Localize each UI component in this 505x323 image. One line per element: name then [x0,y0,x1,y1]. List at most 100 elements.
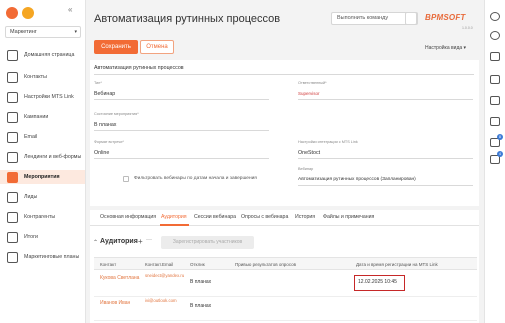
sidebar-item-label: Домашняя страница [24,52,75,58]
col-poll-preview[interactable]: Привью результатов опросов [235,262,296,267]
owner-label: Ответственный* [298,81,327,85]
contacts-icon [7,71,18,83]
sidebar-item[interactable]: Контакты [0,71,85,83]
sidebar-item[interactable]: Итоги [0,231,85,243]
dashboard-icon [7,231,18,243]
format-label: Формат встречи* [94,140,124,144]
email-icon [7,131,18,143]
sidebar-item-label: Мероприятия [24,174,60,180]
command-input[interactable]: Выполнить команду [331,12,418,25]
divider [94,74,474,75]
gear-icon[interactable] [490,31,500,40]
event-name-field[interactable]: Автоматизация рутинных процессов [94,65,184,71]
tab-audience[interactable]: Аудитория [161,214,187,220]
filter-checkbox[interactable] [123,176,129,182]
command-go-icon[interactable] [405,12,417,25]
settings-icon [7,91,18,103]
tab-history[interactable]: История [295,214,315,220]
row-response: В планах [190,303,212,309]
plans-icon [7,251,18,263]
webinar-field[interactable]: Автоматизация рутинных процессов (Заплан… [298,177,416,182]
col-contact[interactable]: Контакт [100,262,116,267]
workspace-select[interactable]: Маркетинг ▾ [5,26,81,38]
add-icon[interactable] [22,7,34,19]
row-registration-date: 12.02.2025 10:45 [358,279,397,285]
menu-toggle-icon[interactable] [6,7,18,19]
collapse-chevron-icon[interactable]: « [68,5,72,14]
add-audience-button[interactable]: + [138,237,143,246]
chat-icon[interactable] [490,96,500,105]
notification-count-badge: 8 [497,134,503,140]
audience-title: Аудитория [100,238,138,245]
sidebar-item-label: Контакты [24,74,47,80]
sidebar-item[interactable]: Домашняя страница [0,48,85,62]
page-title: Автоматизация рутинных процессов [94,13,281,25]
col-email[interactable]: Контакт.Email [145,262,173,267]
divider [298,99,473,100]
command-input-placeholder: Выполнить команду [337,15,389,21]
tab-webinar-polls[interactable]: Опросы с вебинара [241,214,288,220]
right-rail: 8 4 [484,0,505,323]
view-settings-button[interactable]: Настройка вида ▾ [425,45,466,51]
audience-detail: ⌃ Аудитория + ··· Зарегистрировать участ… [90,226,479,323]
event-form: Автоматизация рутинных процессов Тип* Ве… [90,60,479,206]
sidebar-item[interactable]: Лиды [0,191,85,203]
campaign-icon [7,111,18,123]
leads-icon [7,191,18,203]
state-label: Состояние мероприятия* [94,112,139,116]
left-sidebar: « Маркетинг ▾ Домашняя страница Контакты Н… [0,0,86,323]
sidebar-item-label: Контрагенты [24,214,56,220]
more-menu-button[interactable]: ··· [146,237,152,243]
sidebar-item[interactable]: Кампании [0,111,85,123]
col-response[interactable]: Отклик [190,262,205,267]
type-field[interactable]: Вебинар [94,91,115,97]
feed-icon[interactable] [490,117,500,126]
state-field[interactable]: В планах [94,122,116,128]
sidebar-item-label: Кампании [24,114,49,120]
divider [94,130,269,131]
row-response: В планах [190,279,212,285]
row-contact-link[interactable]: Кукова Светлана [100,275,140,282]
tab-bar: Основная информация Аудитория Сессии веб… [90,210,479,226]
register-participants-button[interactable]: Зарегистрировать участников [161,236,254,249]
tab-files-notes[interactable]: Файлы и примечания [323,214,374,220]
divider [298,158,473,159]
tasks-count-badge: 4 [497,151,503,157]
save-button[interactable]: Сохранить [94,40,138,54]
chevron-down-icon: ▾ [74,29,77,35]
home-icon [7,49,18,61]
divider [94,99,269,100]
col-registration-date[interactable]: Дата и время регистрации на MTS Link [356,262,438,267]
cancel-button[interactable]: Отмена [140,40,174,54]
mail-icon[interactable] [490,75,500,84]
sidebar-item[interactable]: Мероприятия [0,170,85,184]
tab-main-info[interactable]: Основная информация [100,214,156,220]
sidebar-item[interactable]: Лендинги и веб-формы [0,150,85,164]
row-email-link[interactable]: ivi@outlook.com [145,298,185,304]
sidebar-item-label: Лиды [24,194,38,200]
event-icon [7,171,18,183]
divider [298,185,473,186]
sidebar-item-label: Настройки MTS Link [24,94,74,100]
sidebar-item[interactable]: Email [0,131,85,143]
version-label: 1.0.0.0 [462,26,473,30]
integration-field[interactable]: OneStoct [298,150,320,156]
workspace-select-value: Маркетинг [10,29,37,35]
logo: BPMSOFT [425,13,466,22]
info-icon[interactable] [490,52,500,61]
profile-icon[interactable] [490,12,500,21]
accounts-icon [7,211,18,223]
sidebar-item[interactable]: Маркетинговые планы [0,250,85,264]
type-label: Тип* [94,81,102,85]
landing-icon [7,151,18,163]
sidebar-item-label: Маркетинговые планы [24,254,80,260]
filter-label: Фильтровать вебинары по датам начала и з… [134,176,257,181]
sidebar-item[interactable]: Настройки MTS Link [0,90,85,104]
tab-webinar-sessions[interactable]: Сессии вебинара [194,214,236,220]
collapse-chevron-icon[interactable]: ⌃ [93,239,98,246]
sidebar-item[interactable]: Контрагенты [0,211,85,223]
owner-field[interactable]: Supervisor [298,91,320,96]
row-contact-link[interactable]: Иванов Иван [100,300,130,307]
format-field[interactable]: Online [94,150,109,156]
row-email-link[interactable]: sneidect@yandex.ru [145,273,185,279]
